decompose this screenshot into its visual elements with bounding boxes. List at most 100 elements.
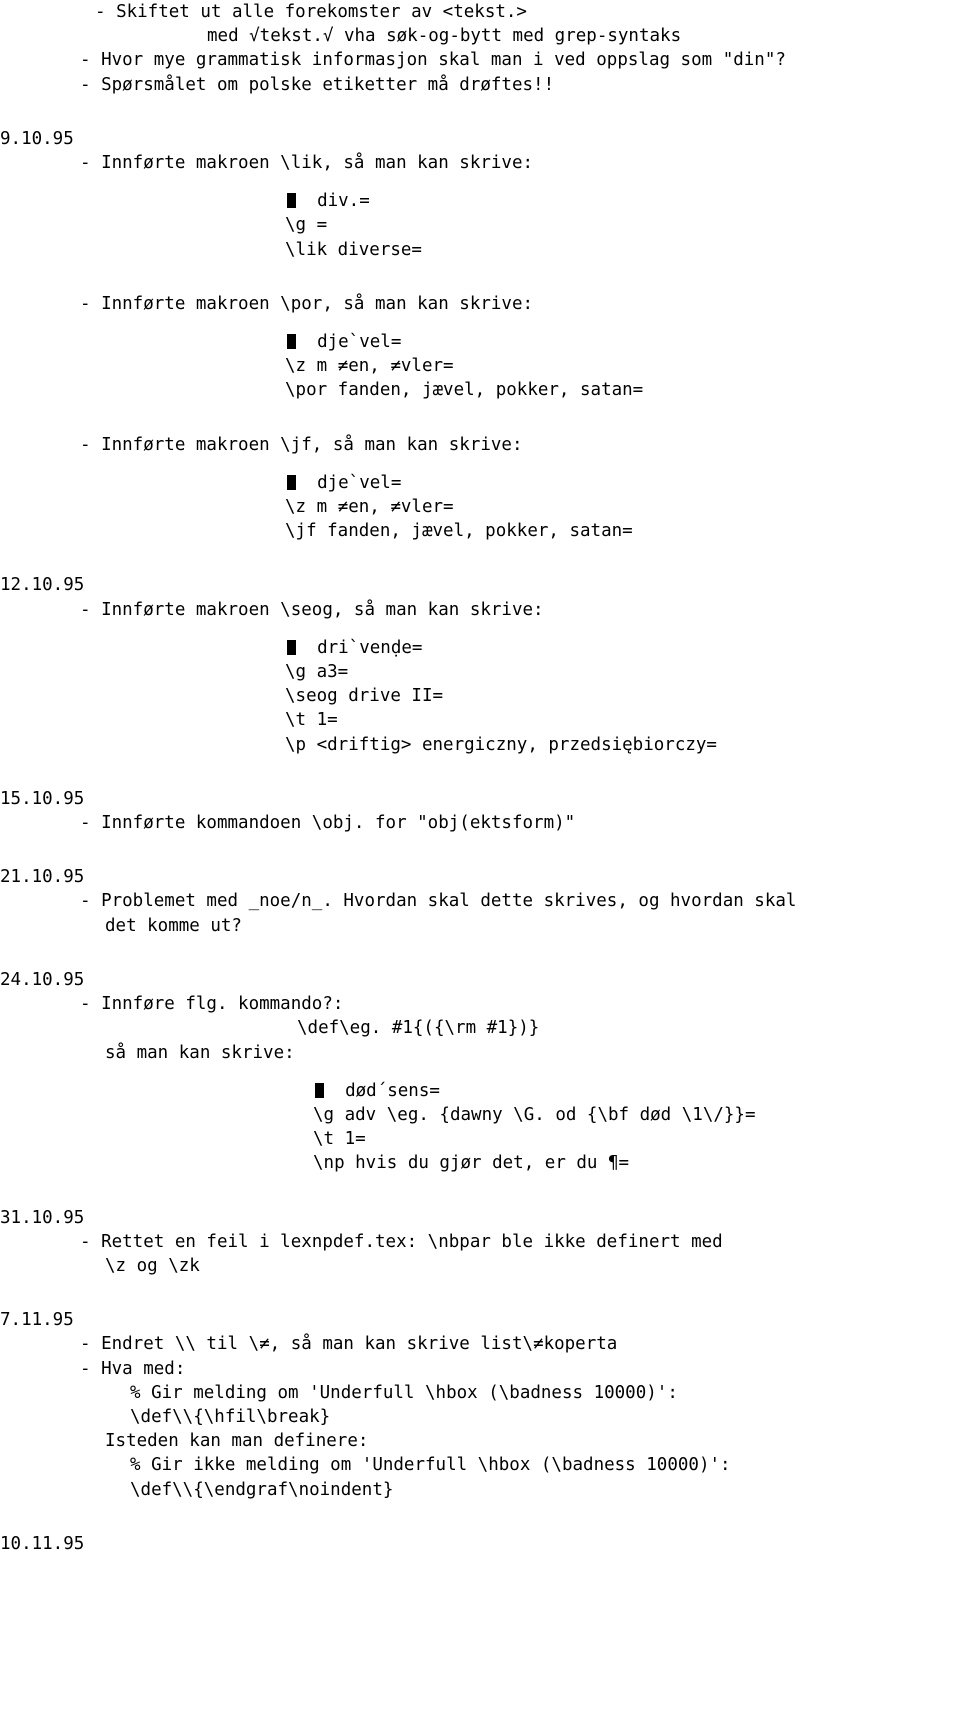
line-text: med √tekst.√ vha søk-og-bytt med grep-sy…: [207, 26, 682, 47]
line-text: \z m ≠en, ≠vler=: [285, 497, 454, 518]
text-line: \def\\{\endgraf\noindent}: [0, 1478, 960, 1502]
text-line: Isteden kan man definere:: [0, 1429, 960, 1453]
text-line: med √tekst.√ vha søk-og-bytt med grep-sy…: [0, 24, 960, 48]
text-line: \g =: [0, 213, 960, 237]
text-line: - Innføre flg. kommando?:: [0, 992, 960, 1016]
text-line: så man kan skrive:: [0, 1041, 960, 1065]
line-text: - Innførte kommandoen \obj. for "obj(ekt…: [80, 813, 576, 834]
date-heading: 31.10.95: [0, 1207, 85, 1228]
line-text: div.=: [317, 191, 370, 212]
black-square-bullet-icon: [287, 639, 296, 655]
text-line: - Innførte makroen \seog, så man kan skr…: [0, 598, 960, 622]
text-line: - Hvor mye grammatisk informasjon skal m…: [0, 48, 960, 72]
black-square-bullet-icon: [315, 1082, 324, 1098]
line-text: - Skiftet ut alle forekomster av <tekst.…: [95, 2, 527, 22]
line-text: \t 1=: [285, 710, 338, 731]
line-text: dje`vel=: [317, 332, 402, 353]
line-text: \seog drive II=: [285, 686, 444, 707]
text-line: % Gir ikke melding om 'Underfull \hbox (…: [0, 1453, 960, 1477]
line-text: - Hvor mye grammatisk informasjon skal m…: [80, 50, 786, 71]
code-line-bulleted: dje`vel=: [0, 330, 960, 354]
bullet-spacer: [324, 1081, 345, 1101]
line-text: så man kan skrive:: [105, 1042, 295, 1063]
code-line-bulleted: dje`vel=: [0, 471, 960, 495]
bullet-spacer: [296, 473, 317, 493]
text-line: - Skiftet ut alle forekomster av <tekst.…: [0, 0, 960, 24]
date-heading: 10.11.95: [0, 1533, 85, 1554]
text-line: % Gir melding om 'Underfull \hbox (\badn…: [0, 1381, 960, 1405]
code-line-bulleted: død´sens=: [0, 1079, 960, 1103]
line-text: \t 1=: [313, 1129, 366, 1150]
text-line: \g adv \eg. {dawny \G. od {\bf død \1\/}…: [0, 1103, 960, 1127]
date-heading: 24.10.95: [0, 969, 85, 990]
text-line: \g a3=: [0, 660, 960, 684]
line-text: Isteden kan man definere:: [105, 1431, 369, 1452]
line-text: - Innførte makroen \seog, så man kan skr…: [80, 599, 544, 620]
line-text: \z og \zk: [105, 1255, 200, 1276]
text-line: \z og \zk: [0, 1254, 960, 1278]
text-line: \seog drive II=: [0, 684, 960, 708]
date-heading: 15.10.95: [0, 788, 85, 809]
line-text: - Hva med:: [80, 1358, 186, 1379]
text-line: \jf fanden, jævel, pokker, satan=: [0, 519, 960, 543]
black-square-bullet-icon: [287, 193, 296, 209]
line-text: - Innførte makroen \por, så man kan skri…: [80, 293, 534, 314]
line-text: \por fanden, jævel, pokker, satan=: [285, 380, 644, 401]
text-line: - Innførte makroen \por, så man kan skri…: [0, 292, 960, 316]
line-text: dje`vel=: [317, 472, 402, 493]
text-line: \t 1=: [0, 708, 960, 732]
line-text: - Endret \\ til \≠, så man kan skrive li…: [80, 1334, 618, 1355]
line-text: \def\\{\endgraf\noindent}: [130, 1479, 394, 1500]
text-line: \t 1=: [0, 1127, 960, 1151]
line-text: - Innføre flg. kommando?:: [80, 994, 344, 1015]
bullet-spacer: [296, 191, 317, 211]
date-heading: 7.11.95: [0, 1310, 74, 1331]
line-text: død´sens=: [345, 1080, 440, 1101]
text-line: \def\\{\hfil\break}: [0, 1405, 960, 1429]
code-line-bulleted: dri`venḍe=: [0, 636, 960, 660]
line-text: \g adv \eg. {dawny \G. od {\bf død \1\/}…: [313, 1104, 756, 1125]
line-text: \lik diverse=: [285, 239, 422, 260]
date-heading: 9.10.95: [0, 128, 74, 149]
line-text: - Innførte makroen \jf, så man kan skriv…: [80, 434, 523, 455]
text-line: - Innførte kommandoen \obj. for "obj(ekt…: [0, 811, 960, 835]
text-line: - Innførte makroen \jf, så man kan skriv…: [0, 433, 960, 457]
line-text: \p <driftig> energiczny, przedsiębiorczy…: [285, 734, 717, 755]
document-page: - Skiftet ut alle forekomster av <tekst.…: [0, 0, 960, 1718]
line-text: \def\eg. #1{({\rm #1})}: [297, 1018, 540, 1039]
text-line: - Problemet med _noe/n_. Hvordan skal de…: [0, 889, 960, 913]
text-line: - Rettet en feil i lexnpdef.tex: \nbpar …: [0, 1230, 960, 1254]
text-line: \def\eg. #1{({\rm #1})}: [0, 1016, 960, 1040]
line-text: dri`venḍe=: [317, 637, 423, 658]
black-square-bullet-icon: [287, 334, 296, 350]
text-line: \lik diverse=: [0, 238, 960, 262]
text-line: - Spørsmålet om polske etiketter må drøf…: [0, 73, 960, 97]
line-text: \np hvis du gjør det, er du ¶=: [313, 1153, 630, 1174]
line-text: % Gir ikke melding om 'Underfull \hbox (…: [130, 1455, 731, 1476]
date-heading: 12.10.95: [0, 575, 85, 596]
line-text: \g =: [285, 215, 328, 236]
line-text: \g a3=: [285, 662, 349, 683]
line-text: det komme ut?: [105, 915, 242, 936]
text-line: det komme ut?: [0, 914, 960, 938]
text-line: \p <driftig> energiczny, przedsiębiorczy…: [0, 733, 960, 757]
text-line: \z m ≠en, ≠vler=: [0, 354, 960, 378]
text-line: - Hva med:: [0, 1357, 960, 1381]
black-square-bullet-icon: [287, 474, 296, 490]
line-text: - Problemet med _noe/n_. Hvordan skal de…: [80, 891, 797, 912]
line-text: - Rettet en feil i lexnpdef.tex: \nbpar …: [80, 1231, 723, 1252]
code-line-bulleted: div.=: [0, 189, 960, 213]
